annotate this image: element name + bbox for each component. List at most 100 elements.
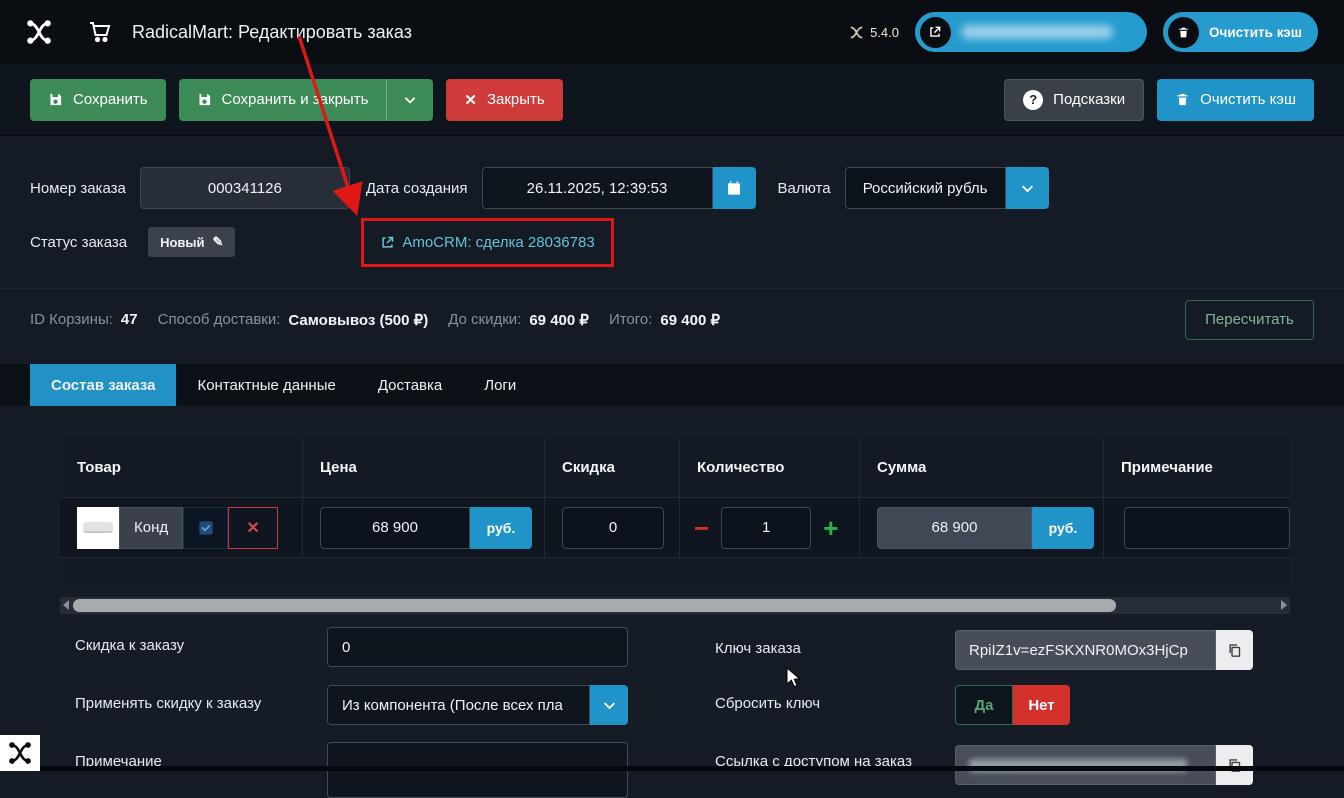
save-close-button-group: Сохранить и закрыть xyxy=(179,79,434,121)
order-tabs: Состав заказа Контактные данные Доставка… xyxy=(0,364,1344,406)
chevron-down-icon xyxy=(403,93,417,107)
blurred-site-name xyxy=(961,25,1113,39)
save-close-button[interactable]: Сохранить и закрыть xyxy=(179,79,387,121)
external-link-icon xyxy=(380,235,395,250)
product-select-checkbox[interactable] xyxy=(183,507,228,549)
note-cell xyxy=(1104,498,1290,557)
price-input[interactable]: 68 900 xyxy=(320,507,470,549)
save-button[interactable]: Сохранить xyxy=(30,79,166,121)
scrollbar-thumb[interactable] xyxy=(73,599,1116,612)
joomla-corner-badge[interactable] xyxy=(0,735,40,771)
status-badge-label: Новый xyxy=(160,235,204,250)
trash-icon xyxy=(1168,17,1199,48)
amocrm-link-label: AmoCRM: сделка 28036783 xyxy=(402,234,594,251)
amocrm-deal-link[interactable]: AmoCRM: сделка 28036783 xyxy=(380,234,594,251)
row-note-input[interactable] xyxy=(1124,507,1290,549)
tab-order-contents[interactable]: Состав заказа xyxy=(30,364,176,406)
before-discount-value: 69 400 ₽ xyxy=(529,311,589,329)
total-label: Итого: xyxy=(609,311,652,328)
order-row-2: Статус заказа Новый ✎ xyxy=(30,227,235,257)
save-options-dropdown-toggle[interactable] xyxy=(386,79,433,121)
products-table: Товар Цена Скидка Количество Сумма Приме… xyxy=(60,437,1290,582)
trash-icon xyxy=(1175,92,1190,107)
status-badge[interactable]: Новый ✎ xyxy=(148,227,235,257)
before-discount-label: До скидки: xyxy=(448,311,521,328)
order-row-1: Номер заказа 000341126 Дата создания 26.… xyxy=(30,167,1049,209)
product-delete-button[interactable]: ✕ xyxy=(228,507,278,549)
table-header-row: Товар Цена Скидка Количество Сумма Приме… xyxy=(60,437,1290,497)
currency-select[interactable]: Российский рубль xyxy=(845,167,1006,209)
reset-key-toggle: Да Нет xyxy=(955,685,1070,725)
version-text: 5.4.0 xyxy=(870,25,899,40)
save-label: Сохранить xyxy=(73,91,148,108)
apply-discount-select-group: Из компонента (После всех пла xyxy=(327,685,628,725)
discount-cell: 0 xyxy=(545,498,680,557)
reset-key-label: Сбросить ключ xyxy=(715,695,820,712)
close-icon: ✕ xyxy=(464,91,477,109)
site-preview-button[interactable] xyxy=(915,12,1147,52)
hints-label: Подсказки xyxy=(1053,91,1125,108)
recalculate-button[interactable]: Пересчитать xyxy=(1185,300,1314,340)
discount-input[interactable]: 0 xyxy=(562,507,664,549)
tab-contact-data[interactable]: Контактные данные xyxy=(176,364,356,406)
scroll-right-arrow-icon[interactable] xyxy=(1281,600,1287,610)
reset-key-yes-option[interactable]: Да xyxy=(955,685,1013,725)
apply-discount-select[interactable]: Из компонента (После всех пла xyxy=(327,685,590,725)
reset-key-no-option[interactable]: Нет xyxy=(1013,685,1070,725)
order-number-label: Номер заказа xyxy=(30,180,126,197)
shipping-value: Самовывоз (500 ₽) xyxy=(288,311,428,329)
joomla-logo-icon xyxy=(26,19,52,45)
table-horizontal-scrollbar[interactable] xyxy=(60,597,1290,614)
access-link-group xyxy=(955,745,1253,785)
quantity-plus-button[interactable]: + xyxy=(823,515,838,541)
save-icon xyxy=(48,92,63,107)
table-footer-strip xyxy=(60,557,1290,582)
apply-discount-label: Применять скидку к заказу xyxy=(75,695,261,712)
copy-order-key-button[interactable] xyxy=(1216,630,1253,670)
col-product: Товар xyxy=(60,437,303,497)
order-discount-input[interactable]: 0 xyxy=(327,627,628,667)
close-label: Закрыть xyxy=(487,91,545,108)
calendar-button[interactable] xyxy=(713,167,756,209)
sum-readonly-field: 68 900 xyxy=(877,507,1032,549)
topbar-clear-cache-button[interactable]: Очистить кэш xyxy=(1163,12,1318,52)
order-status-label: Статус заказа xyxy=(30,234,127,251)
toolbar-clear-cache-label: Очистить кэш xyxy=(1200,91,1296,108)
toolbar-clear-cache-button[interactable]: Очистить кэш xyxy=(1157,79,1314,121)
external-link-icon xyxy=(920,17,951,48)
apply-discount-dropdown-button[interactable] xyxy=(590,685,628,725)
quantity-input[interactable]: 1 xyxy=(721,507,811,549)
sum-cell: 68 900 руб. xyxy=(860,498,1104,557)
close-button[interactable]: ✕ Закрыть xyxy=(446,79,562,121)
viewport-bottom-edge xyxy=(0,766,1344,771)
order-date-label: Дата создания xyxy=(366,180,468,197)
currency-dropdown-button[interactable] xyxy=(1006,167,1049,209)
product-image xyxy=(77,507,119,549)
access-link-field-blurred xyxy=(955,745,1216,785)
col-price: Цена xyxy=(303,437,545,497)
shipping-label: Способ доставки: xyxy=(158,311,281,328)
total-value: 69 400 ₽ xyxy=(660,311,720,329)
order-number-field[interactable]: 000341126 xyxy=(140,167,350,209)
price-currency-suffix: руб. xyxy=(470,507,532,549)
order-summary-bar: ID Корзины: 47 Способ доставки: Самовыво… xyxy=(30,299,1314,340)
cart-icon xyxy=(88,20,112,44)
hints-button[interactable]: ? Подсказки xyxy=(1004,79,1144,121)
copy-access-link-button[interactable] xyxy=(1216,745,1253,785)
order-key-group: RpiIZ1v=ezFSKXNR0MOx3HjCp xyxy=(955,630,1253,670)
order-date-field[interactable]: 26.11.2025, 12:39:53 xyxy=(482,167,713,209)
order-discount-label: Скидка к заказу xyxy=(75,637,184,654)
currency-label: Валюта xyxy=(778,180,831,197)
scroll-left-arrow-icon[interactable] xyxy=(63,600,69,610)
save-close-label: Сохранить и закрыть xyxy=(222,91,369,108)
tab-shipping[interactable]: Доставка xyxy=(357,364,463,406)
col-sum: Сумма xyxy=(860,437,1104,497)
tab-logs[interactable]: Логи xyxy=(463,364,537,406)
amocrm-annotation-box: AmoCRM: сделка 28036783 xyxy=(361,218,614,267)
divider xyxy=(0,288,1344,289)
quantity-minus-button[interactable]: − xyxy=(694,515,709,541)
product-name-button[interactable]: Конд xyxy=(119,507,183,549)
sum-currency-suffix: руб. xyxy=(1032,507,1094,549)
cart-id-value: 47 xyxy=(121,311,138,328)
quantity-cell: − 1 + xyxy=(680,498,860,557)
